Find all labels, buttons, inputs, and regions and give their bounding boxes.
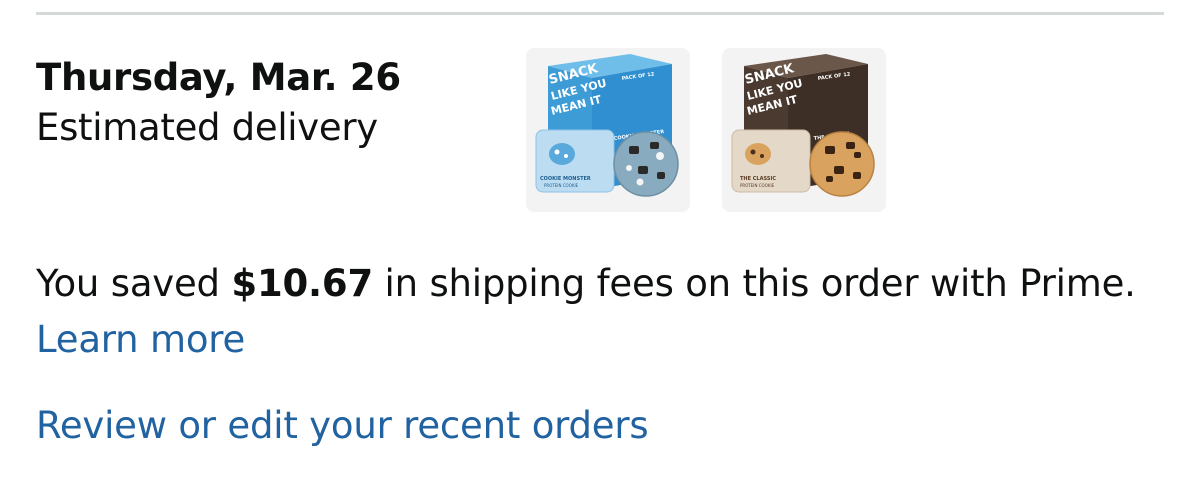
delivery-info: Thursday, Mar. 26 Estimated delivery xyxy=(36,54,401,154)
delivery-date: Thursday, Mar. 26 xyxy=(36,56,401,99)
savings-amount: $10.67 xyxy=(231,262,373,305)
savings-prefix: You saved xyxy=(36,262,232,305)
top-divider xyxy=(36,12,1164,15)
shipping-savings-message: You saved $10.67 in shipping fees on thi… xyxy=(36,256,1176,368)
svg-text:PROTEIN COOKIE: PROTEIN COOKIE xyxy=(740,183,775,188)
product-image-cookie-monster: SNACK LIKE YOU MEAN IT PACK OF 12 COOKIE… xyxy=(535,54,679,197)
review-orders-link[interactable]: Review or edit your recent orders xyxy=(36,400,649,452)
product-thumbnail-the-classic[interactable]: SNACK LIKE YOU MEAN IT PACK OF 12 THE CL… xyxy=(722,48,886,212)
svg-text:COOKIE MONSTER: COOKIE MONSTER xyxy=(540,176,591,182)
savings-suffix: in shipping fees on this order with Prim… xyxy=(373,262,1136,305)
svg-text:PROTEIN COOKIE: PROTEIN COOKIE xyxy=(544,183,579,188)
product-image-the-classic: SNACK LIKE YOU MEAN IT PACK OF 12 THE CL… xyxy=(731,54,875,197)
product-thumbnail-cookie-monster[interactable]: SNACK LIKE YOU MEAN IT PACK OF 12 COOKIE… xyxy=(526,48,690,212)
delivery-label: Estimated delivery xyxy=(36,106,378,149)
svg-text:THE CLASSIC: THE CLASSIC xyxy=(740,176,776,182)
learn-more-link[interactable]: Learn more xyxy=(36,318,245,361)
